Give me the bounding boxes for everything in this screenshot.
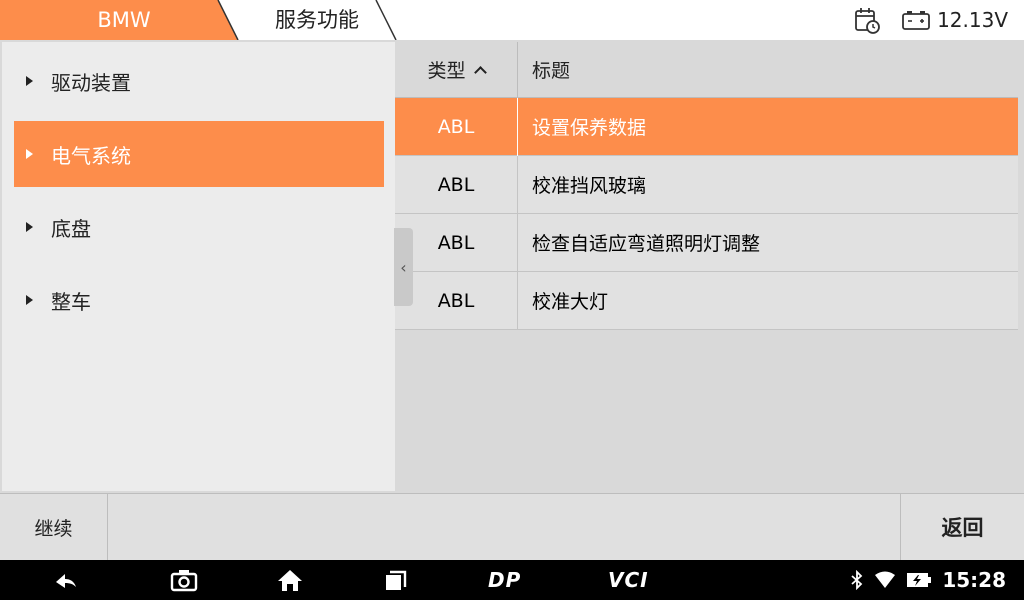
status-area: 12.13V xyxy=(853,0,1008,40)
car-battery-icon xyxy=(902,11,930,30)
wifi-icon xyxy=(875,571,896,588)
battery-voltage: 12.13V xyxy=(937,8,1008,32)
sort-ascending-icon xyxy=(473,66,487,79)
triangle-right-icon xyxy=(26,295,33,305)
row-title: 设置保养数据 xyxy=(532,117,647,139)
battery-charging-icon xyxy=(907,573,932,587)
vci-button[interactable]: VCI xyxy=(608,568,649,592)
action-bar: 继续 返回 xyxy=(0,493,1024,560)
clock: 15:28 xyxy=(942,568,1006,592)
row-type: ABL xyxy=(395,155,518,214)
table-row[interactable]: ABL 校准大灯 xyxy=(395,271,1018,330)
system-status: 15:28 xyxy=(850,560,1006,600)
triangle-right-icon xyxy=(26,149,33,159)
category-label: 底盘 xyxy=(51,216,91,241)
panel-collapse-handle[interactable]: ‹ xyxy=(394,228,413,306)
breadcrumb-brand[interactable]: BMW xyxy=(60,0,188,40)
continue-button[interactable]: 继续 xyxy=(0,494,108,560)
table-row[interactable]: ABL 校准挡风玻璃 xyxy=(395,155,1018,214)
triangle-right-icon xyxy=(26,76,33,86)
category-item-vehicle[interactable]: 整车 xyxy=(14,267,384,333)
category-label: 驱动装置 xyxy=(51,70,131,95)
function-table: 类型 标题 ABL 设置保养数据 ABL 校准挡风玻璃 ABL 检查自适应弯道照… xyxy=(395,41,1018,330)
back-button[interactable]: 返回 xyxy=(900,494,1024,560)
back-arrow-icon[interactable] xyxy=(52,568,80,592)
row-type: ABL xyxy=(395,271,518,330)
dp-button[interactable]: DP xyxy=(488,568,521,592)
row-title: 校准挡风玻璃 xyxy=(532,175,647,197)
row-type: ABL xyxy=(395,97,518,156)
category-label: 电气系统 xyxy=(51,143,131,168)
column-header-title: 标题 xyxy=(532,60,571,82)
column-header-type[interactable]: 类型 xyxy=(395,41,518,98)
category-list: 驱动装置 电气系统 底盘 整车 xyxy=(2,42,395,491)
main-panel: 驱动装置 电气系统 底盘 整车 类型 标题 ABL 设置保养数据 ABL 校准挡… xyxy=(0,40,1024,493)
category-item-chassis[interactable]: 底盘 xyxy=(14,194,384,260)
breadcrumb-page-title: 服务功能 xyxy=(275,8,359,32)
calendar-clock-icon[interactable] xyxy=(853,6,881,34)
bluetooth-icon xyxy=(851,570,863,590)
category-label: 整车 xyxy=(51,289,91,314)
category-item-electrical[interactable]: 电气系统 xyxy=(14,121,384,187)
category-item-drive[interactable]: 驱动装置 xyxy=(14,48,384,114)
home-icon[interactable] xyxy=(276,568,304,592)
triangle-right-icon xyxy=(26,222,33,232)
chevron-left-icon: ‹ xyxy=(400,257,407,277)
recents-icon[interactable] xyxy=(382,568,410,592)
table-row[interactable]: ABL 检查自适应弯道照明灯调整 xyxy=(395,213,1018,272)
table-header: 类型 标题 xyxy=(395,41,1018,98)
top-bar: BMW 服务功能 12.13V xyxy=(0,0,1024,40)
camera-icon[interactable] xyxy=(170,568,198,592)
row-type: ABL xyxy=(395,213,518,272)
row-title: 检查自适应弯道照明灯调整 xyxy=(532,233,761,255)
table-row[interactable]: ABL 设置保养数据 xyxy=(395,97,1018,156)
row-title: 校准大灯 xyxy=(532,291,609,313)
system-nav-bar: DP VCI 15:28 xyxy=(0,560,1024,600)
